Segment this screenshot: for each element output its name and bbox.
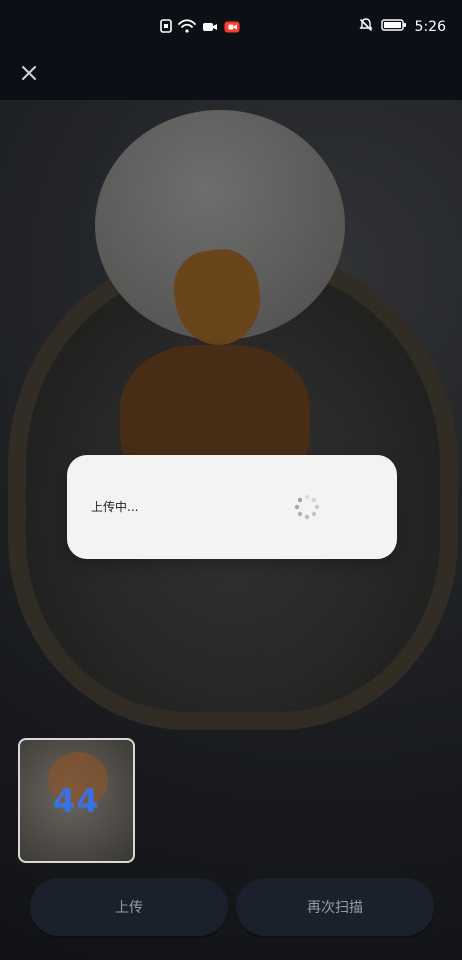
close-icon [21,65,37,85]
upload-status-text: 上传中... [91,500,139,514]
video-camera-icon [202,18,218,37]
status-time: 5:26 [414,19,446,35]
mute-bell-icon [359,18,373,36]
upload-button[interactable]: 上传 [30,878,228,936]
rescan-button[interactable]: 再次扫描 [236,878,434,936]
sim-icon [160,18,172,37]
status-bar: 5:26 [0,0,462,54]
upload-dialog: 上传中... [67,455,397,559]
battery-icon [380,19,407,35]
screen-record-icon [224,18,240,37]
status-icons-right: 5:26 [359,18,446,36]
top-bar [0,54,462,100]
scan-thumbnail[interactable]: 44 [18,738,135,863]
status-icons-center [160,18,240,37]
loading-spinner-icon [293,493,321,521]
close-button[interactable] [14,60,44,90]
thumbnail-count: 44 [53,782,100,820]
wifi-icon [178,18,196,37]
